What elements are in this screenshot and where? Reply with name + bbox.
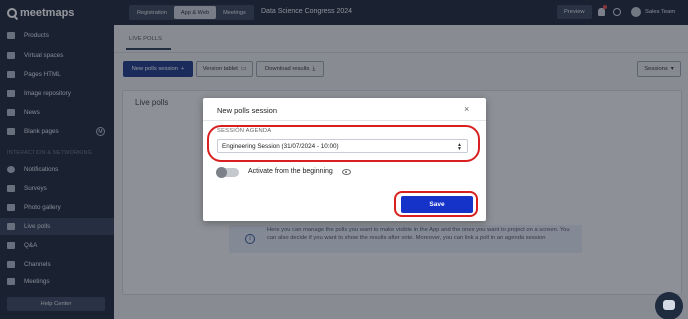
select-highlight-annotation (207, 125, 480, 162)
toggle-knob (216, 167, 227, 178)
close-icon[interactable]: × (464, 104, 469, 114)
chat-widget-icon[interactable] (655, 292, 683, 319)
activate-label: Activate from the beginning (248, 168, 333, 175)
modal-title: New polls session (217, 106, 278, 115)
save-highlight-annotation (394, 191, 478, 217)
modal-divider (203, 120, 486, 121)
eye-icon[interactable] (342, 169, 351, 175)
activate-toggle[interactable] (216, 167, 239, 178)
